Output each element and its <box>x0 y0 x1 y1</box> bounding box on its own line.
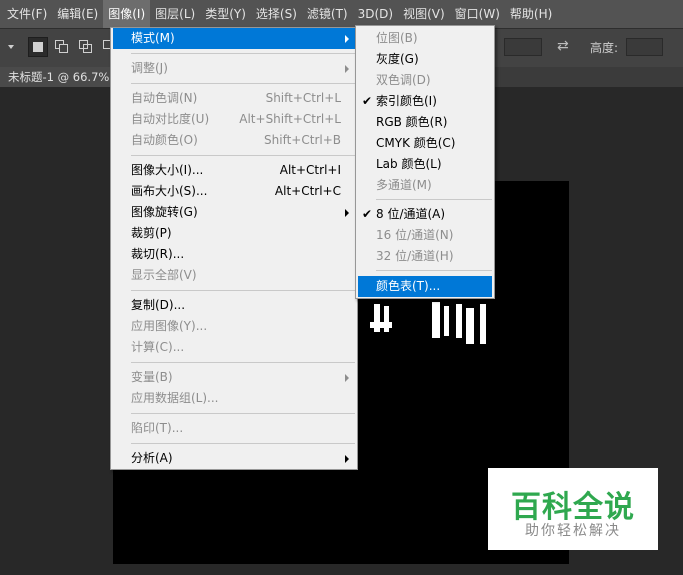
image-menu-item-auto-color[interactable]: 自动颜色(O) Shift+Ctrl+B <box>113 130 355 151</box>
image-menu-item-trim[interactable]: 裁切(R)... <box>113 244 355 265</box>
menu-separator <box>131 83 355 84</box>
submenu-arrow-icon <box>345 374 349 382</box>
image-menu-item-image-size[interactable]: 图像大小(I)... Alt+Ctrl+I <box>113 160 355 181</box>
watermark-subtitle: 助你轻松解决 <box>525 523 621 539</box>
checkmark-icon: ✔ <box>362 207 373 221</box>
image-menu-item-adjustments[interactable]: 调整(J) <box>113 58 355 79</box>
menu-separator <box>131 290 355 291</box>
submenu-arrow-icon <box>345 65 349 73</box>
image-menu-item-auto-contrast[interactable]: 自动对比度(U) Alt+Shift+Ctrl+L <box>113 109 355 130</box>
mode-submenu: 位图(B) 灰度(G) 双色调(D) ✔ 索引颜色(I) RGB 颜色(R) C… <box>355 25 495 299</box>
mode-item-cmyk-color[interactable]: CMYK 颜色(C) <box>358 133 492 154</box>
menu-select[interactable]: 选择(S) <box>251 0 302 28</box>
mode-item-multichannel[interactable]: 多通道(M) <box>358 175 492 196</box>
submenu-arrow-icon <box>345 455 349 463</box>
mode-item-8-bits[interactable]: ✔ 8 位/通道(A) <box>358 204 492 225</box>
menu-separator <box>131 155 355 156</box>
menu-separator <box>131 362 355 363</box>
menu-3d[interactable]: 3D(D) <box>353 0 398 28</box>
image-menu-item-trap[interactable]: 陷印(T)... <box>113 418 355 439</box>
mode-item-duotone[interactable]: 双色调(D) <box>358 70 492 91</box>
mode-item-indexed-color[interactable]: ✔ 索引颜色(I) <box>358 91 492 112</box>
menu-separator <box>131 443 355 444</box>
menu-separator <box>131 53 355 54</box>
mode-item-grayscale[interactable]: 灰度(G) <box>358 49 492 70</box>
mode-item-color-table[interactable]: 颜色表(T)... <box>358 276 492 297</box>
mode-item-16-bits[interactable]: 16 位/通道(N) <box>358 225 492 246</box>
image-menu-item-auto-tone[interactable]: 自动色调(N) Shift+Ctrl+L <box>113 88 355 109</box>
checkmark-icon: ✔ <box>362 94 373 108</box>
menu-separator <box>376 270 492 271</box>
document-tab[interactable]: 未标题-1 @ 66.7% <box>0 67 110 87</box>
height-field[interactable] <box>626 38 663 56</box>
menu-layer[interactable]: 图层(L) <box>150 0 200 28</box>
image-menu-item-calculations[interactable]: 计算(C)... <box>113 337 355 358</box>
image-menu-item-apply-image[interactable]: 应用图像(Y)... <box>113 316 355 337</box>
image-menu-item-crop[interactable]: 裁剪(P) <box>113 223 355 244</box>
image-menu-item-variables[interactable]: 变量(B) <box>113 367 355 388</box>
menu-separator <box>131 413 355 414</box>
menu-view[interactable]: 视图(V) <box>398 0 450 28</box>
submenu-arrow-icon <box>345 35 349 43</box>
height-label: 高度: <box>590 41 619 55</box>
mode-item-lab-color[interactable]: Lab 颜色(L) <box>358 154 492 175</box>
watermark-logo: 百科全说 助你轻松解决 <box>488 468 658 550</box>
tool-preset-dropdown-icon[interactable] <box>8 45 14 49</box>
image-menu-item-canvas-size[interactable]: 画布大小(S)... Alt+Ctrl+C <box>113 181 355 202</box>
menu-window[interactable]: 窗口(W) <box>450 0 505 28</box>
menu-separator <box>376 199 492 200</box>
image-menu-item-image-rotation[interactable]: 图像旋转(G) <box>113 202 355 223</box>
menu-image[interactable]: 图像(I) <box>103 0 151 28</box>
menu-edit[interactable]: 编辑(E) <box>52 0 103 28</box>
image-menu: 模式(M) 调整(J) 自动色调(N) Shift+Ctrl+L 自动对比度(U… <box>110 27 358 470</box>
menu-help[interactable]: 帮助(H) <box>505 0 557 28</box>
canvas-image-content <box>370 302 486 344</box>
submenu-arrow-icon <box>345 209 349 217</box>
image-menu-item-analysis[interactable]: 分析(A) <box>113 448 355 469</box>
width-field[interactable] <box>504 38 542 56</box>
menu-type[interactable]: 类型(Y) <box>200 0 251 28</box>
new-selection-button[interactable] <box>28 37 48 57</box>
subtract-from-selection-button[interactable] <box>76 37 96 57</box>
image-menu-item-mode[interactable]: 模式(M) <box>113 28 355 49</box>
image-menu-item-reveal-all[interactable]: 显示全部(V) <box>113 265 355 286</box>
image-menu-item-duplicate[interactable]: 复制(D)... <box>113 295 355 316</box>
swap-width-height-icon[interactable]: ⇄ <box>557 38 569 54</box>
menu-bar: 文件(F) 编辑(E) 图像(I) 图层(L) 类型(Y) 选择(S) 滤镜(T… <box>0 0 683 28</box>
mode-item-32-bits[interactable]: 32 位/通道(H) <box>358 246 492 267</box>
menu-filter[interactable]: 滤镜(T) <box>302 0 353 28</box>
add-to-selection-button[interactable] <box>52 37 72 57</box>
mode-item-bitmap[interactable]: 位图(B) <box>358 28 492 49</box>
menu-file[interactable]: 文件(F) <box>2 0 52 28</box>
mode-item-rgb-color[interactable]: RGB 颜色(R) <box>358 112 492 133</box>
image-menu-item-apply-data-set[interactable]: 应用数据组(L)... <box>113 388 355 409</box>
